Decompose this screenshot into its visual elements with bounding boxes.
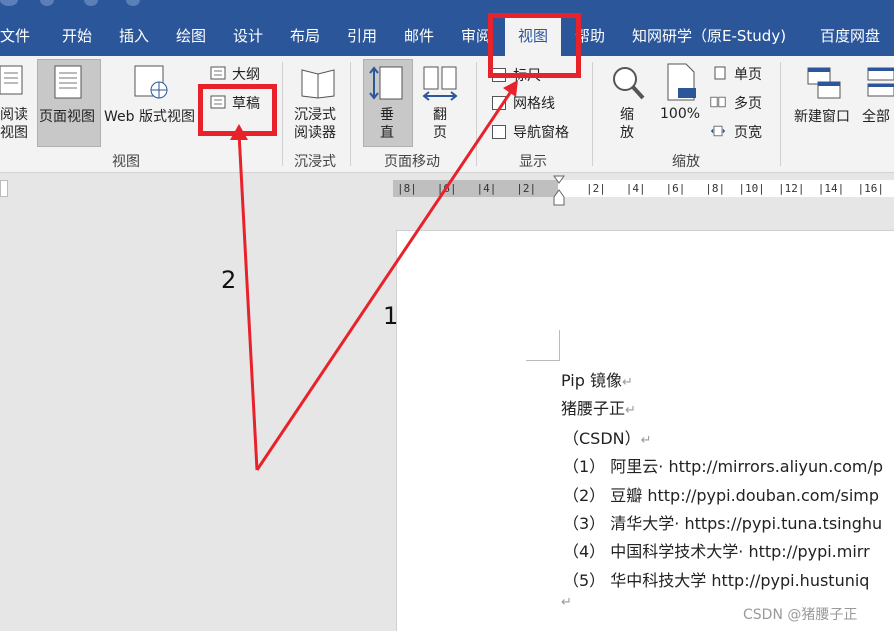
annotation-arrows (230, 80, 518, 471)
annotation-number-1: 1 (383, 302, 399, 330)
highlight-draft-button (198, 84, 277, 136)
highlight-view-tab (488, 13, 581, 78)
annotation-number-2: 2 (221, 266, 237, 294)
